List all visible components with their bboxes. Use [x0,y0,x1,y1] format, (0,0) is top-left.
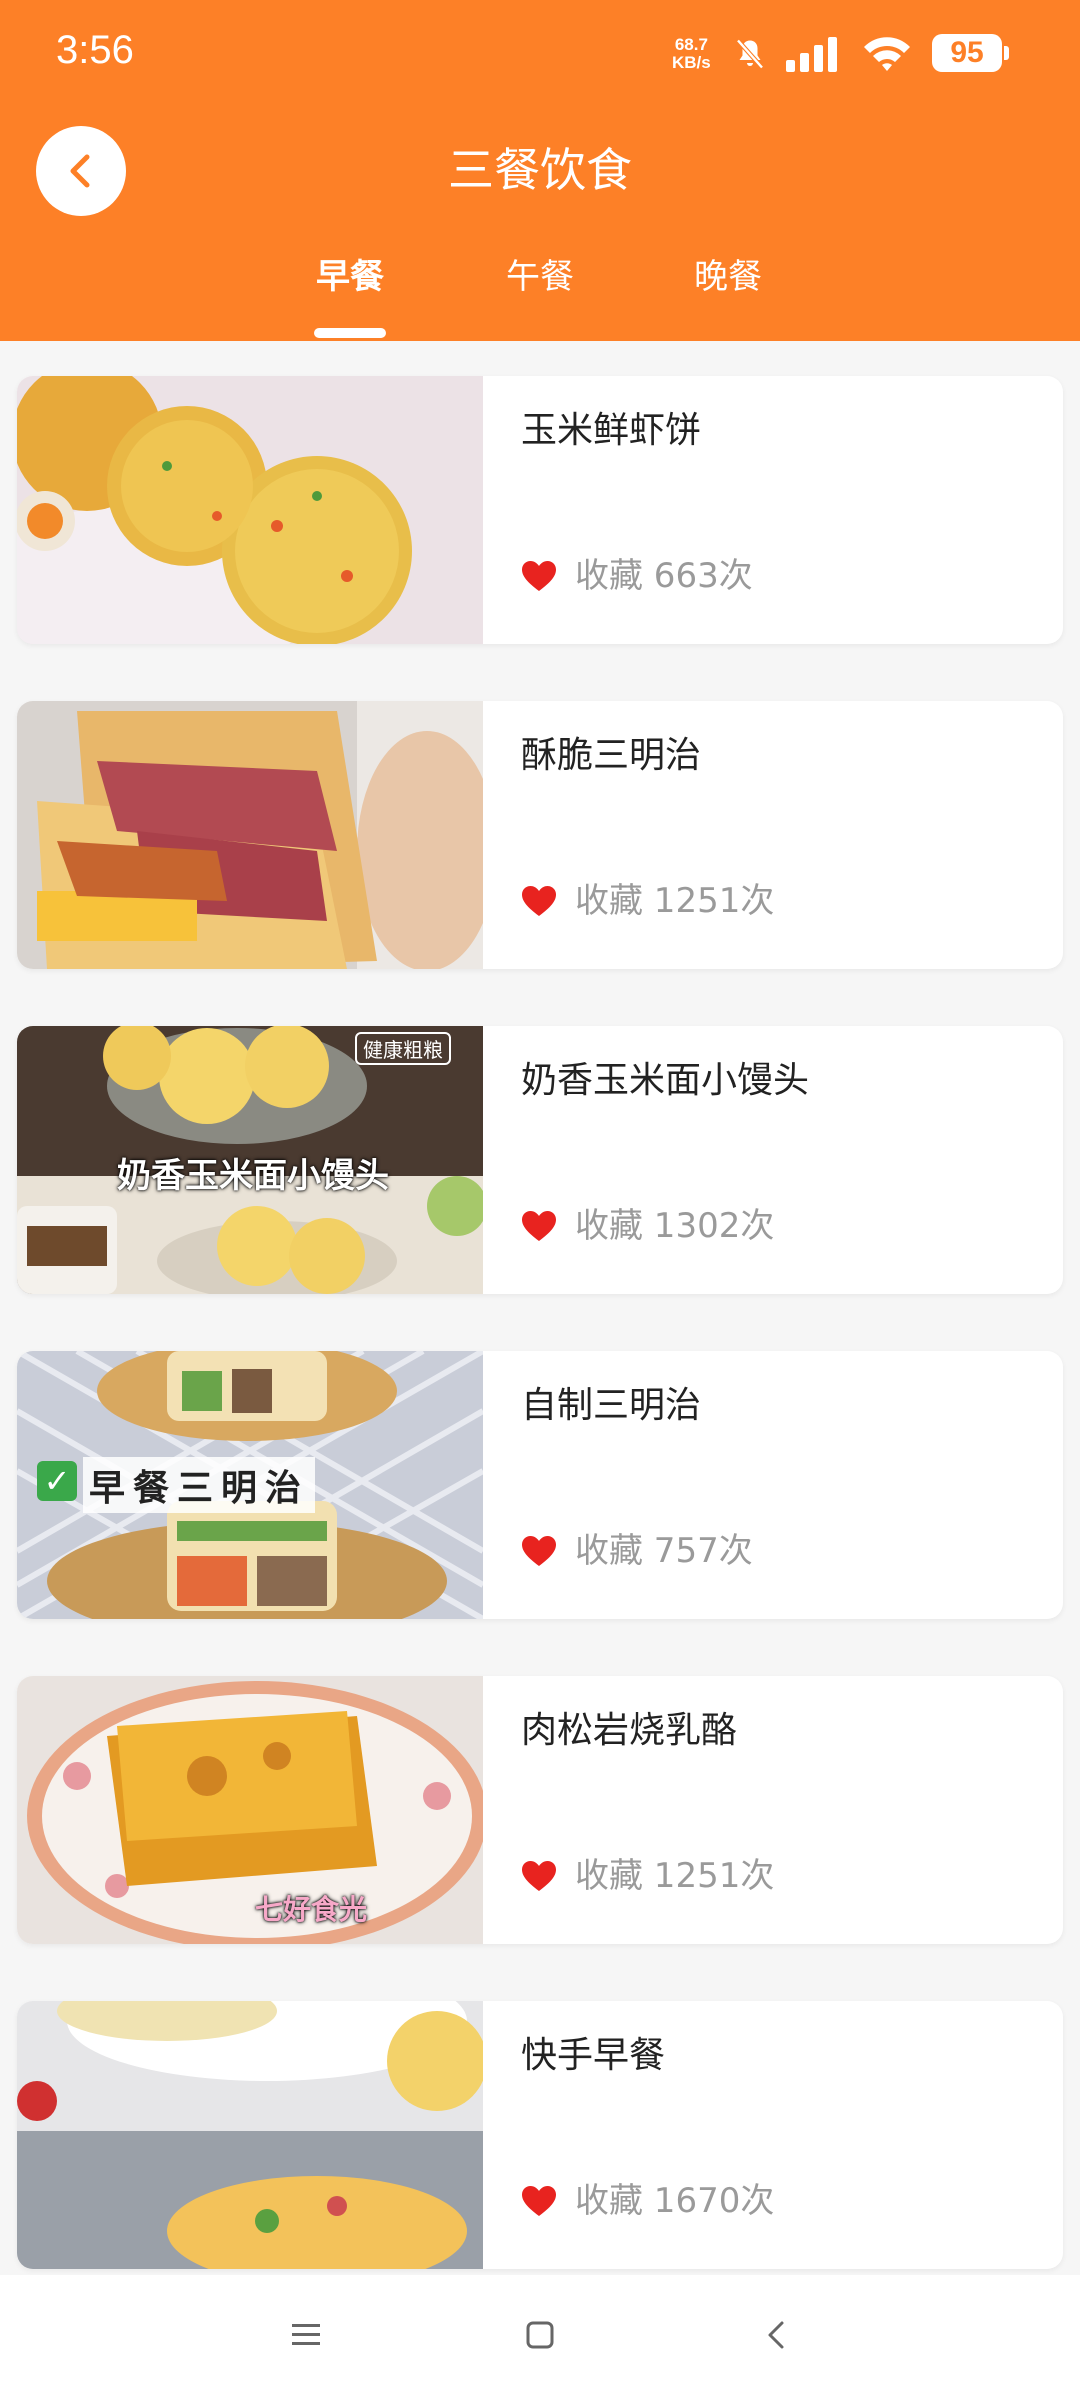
heart-icon [522,2186,556,2216]
battery-tip [1004,46,1009,60]
recipe-card[interactable]: 快手早餐 收藏 1670次 [17,2001,1063,2269]
image-overlay-text: 奶香玉米面小馒头 [117,1156,389,1196]
recipe-image: 奶香玉米面小馒头 健康粗粮 [17,1026,483,1294]
favorite-text: 收藏 1251次 [575,1856,775,1896]
net-speed: 68.7 KB/s [672,36,711,72]
net-speed-value: 68.7 [674,35,708,54]
signal-icon [786,37,837,72]
recipe-card[interactable]: 七好食光 肉松岩烧乳酪 收藏 1251次 [17,1676,1063,1944]
home-square-icon [526,2321,554,2349]
heart-icon [522,1211,556,1241]
recipe-name: 快手早餐 [521,2035,666,2076]
favorite-text: 收藏 1670次 [575,2181,775,2221]
recipe-name: 自制三明治 [521,1385,702,1426]
recipe-card[interactable]: 奶香玉米面小馒头 健康粗粮 奶香玉米面小馒头 收藏 1302次 [17,1026,1063,1294]
recipe-image: 七好食光 [17,1676,483,1944]
favorite-count: 收藏 1670次 [521,2179,774,2223]
recipe-image [17,2001,483,2269]
menu-icon [292,2324,320,2345]
page-title: 三餐饮食 [448,143,632,197]
favorite-count: 收藏 757次 [521,1529,753,1573]
wifi-icon [864,37,910,71]
recipe-name: 肉松岩烧乳酪 [521,1710,738,1751]
tab-breakfast[interactable]: 早餐 [290,252,410,302]
recipe-card[interactable]: 玉米鲜虾饼 收藏 663次 [17,376,1063,644]
favorite-count: 收藏 663次 [521,554,753,598]
image-overlay-text: 七好食光 [255,1893,368,1926]
system-nav-bar [0,2275,1080,2400]
recipe-name: 玉米鲜虾饼 [521,410,702,451]
back-triangle-icon [768,2321,784,2349]
active-tab-indicator [314,328,386,338]
nav-menu-button[interactable] [276,2305,336,2365]
heart-icon [522,886,556,916]
favorite-text: 收藏 1251次 [575,881,775,921]
recipe-image: ✓ 早餐三明治 [17,1351,483,1619]
favorite-count: 收藏 1251次 [521,1854,774,1898]
heart-icon [522,561,556,591]
image-overlay-text: 早餐三明治 [83,1457,316,1513]
checkbox-emoji: ✓ [37,1461,77,1501]
image-tag: 健康粗粮 [355,1032,451,1065]
nav-back-button[interactable] [746,2305,806,2365]
recipe-name: 酥脆三明治 [521,735,702,776]
recipe-image [17,376,483,644]
favorite-text: 收藏 757次 [575,1531,753,1571]
recipe-card[interactable]: ✓ 早餐三明治 自制三明治 收藏 757次 [17,1351,1063,1619]
nav-home-button[interactable] [510,2305,570,2365]
app-header: 3:56 68.7 KB/s 95 三餐饮食 早餐 午餐 晚餐 [0,0,1080,341]
favorite-text: 收藏 1302次 [575,1206,775,1246]
bell-muted-icon [736,39,764,69]
recipe-image [17,701,483,969]
heart-icon [522,1861,556,1891]
tab-dinner[interactable]: 晚餐 [668,252,788,302]
favorite-count: 收藏 1302次 [521,1204,774,1248]
battery-icon: 95 [932,34,1002,72]
net-speed-unit: KB/s [672,53,711,72]
status-time: 3:56 [56,28,134,72]
recipe-card[interactable]: 酥脆三明治 收藏 1251次 [17,701,1063,969]
tab-lunch[interactable]: 午餐 [480,252,600,302]
recipe-name: 奶香玉米面小馒头 [521,1060,810,1101]
favorite-text: 收藏 663次 [575,556,753,596]
favorite-count: 收藏 1251次 [521,879,774,923]
heart-icon [522,1536,556,1566]
status-bar: 3:56 68.7 KB/s 95 [0,0,1080,110]
